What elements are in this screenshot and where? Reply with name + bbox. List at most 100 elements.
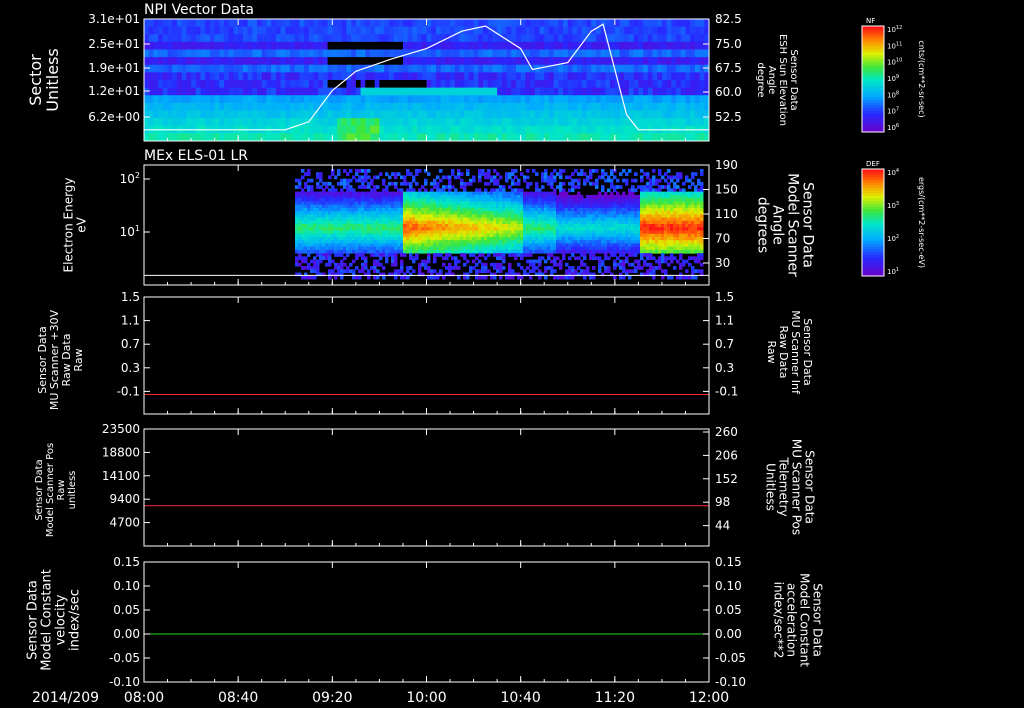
heatmap-cell [567, 80, 573, 89]
heatmap-cell [547, 236, 551, 241]
heatmap-cell [334, 198, 338, 202]
heatmap-cell [373, 262, 377, 267]
heatmap-cell [426, 72, 432, 81]
heatmap-cell [457, 214, 461, 219]
heatmap-cell [610, 214, 614, 219]
heatmap-cell [158, 49, 164, 58]
heatmap-cell [493, 201, 497, 206]
heatmap-cell [544, 201, 548, 206]
heatmap-cell [492, 72, 498, 81]
heatmap-cell [622, 191, 626, 196]
heatmap-cell [671, 72, 677, 81]
heatmap-cell [460, 194, 464, 199]
heatmap-cell [544, 240, 548, 244]
heatmap-cell [406, 194, 410, 199]
heatmap-cell [415, 207, 419, 212]
heatmap-cell [496, 224, 500, 228]
heatmap-cell [280, 87, 286, 96]
heatmap-cell [580, 262, 584, 267]
heatmap-cell [478, 233, 482, 238]
heatmap-cell [424, 220, 428, 225]
heatmap-cell [580, 201, 584, 206]
heatmap-cell [581, 49, 588, 58]
heatmap-cell [568, 188, 572, 193]
heatmap-cell [520, 201, 524, 206]
heatmap-cell [451, 266, 455, 270]
heatmap-cell [586, 110, 592, 119]
heatmap-cell [583, 230, 587, 235]
heatmap-cell [628, 19, 635, 28]
heatmap-cell [553, 169, 557, 173]
heatmap-cell [304, 275, 308, 280]
heatmap-cell [699, 118, 705, 127]
heatmap-cell [544, 246, 548, 251]
heatmap-cell [451, 224, 455, 228]
heatmap-cell [343, 194, 347, 199]
heatmap-cell [484, 227, 488, 231]
heatmap-cell [502, 185, 506, 189]
heatmap-cell [148, 64, 154, 73]
heatmap-cell [580, 207, 584, 212]
heatmap-cell [483, 125, 489, 134]
heatmap-cell [322, 198, 326, 202]
heatmap-cell [355, 214, 359, 219]
heatmap-cell [374, 125, 380, 134]
heatmap-cell [460, 178, 464, 183]
heatmap-cell [445, 41, 451, 50]
heatmap-cell [460, 243, 464, 248]
heatmap-cell [511, 118, 517, 127]
heatmap-cell [433, 178, 437, 183]
heatmap-cell [499, 175, 503, 180]
heatmap-cell [388, 246, 392, 251]
heatmap-cell [450, 57, 456, 66]
heatmap-cell [316, 175, 320, 180]
heatmap-cell [605, 102, 611, 111]
heatmap-cell [568, 217, 572, 222]
heatmap-cell [649, 256, 653, 261]
heatmap-cell [502, 220, 506, 225]
heatmap-cell [238, 72, 244, 81]
heatmap-cell [252, 26, 258, 35]
heatmap-cell [532, 233, 536, 238]
heatmap-cell [364, 175, 368, 180]
heatmap-cell [271, 80, 277, 89]
heatmap-cell [373, 243, 377, 248]
heatmap-cell [289, 57, 296, 66]
heatmap-cell [394, 249, 398, 254]
heatmap-cell [694, 64, 701, 73]
heatmap-cell [567, 72, 573, 81]
heatmap-cell [427, 269, 431, 274]
heatmap-cell [445, 236, 449, 241]
heatmap-cell [657, 80, 663, 89]
heatmap-cell [647, 133, 653, 142]
heatmap-cell [643, 102, 649, 111]
heatmap-cell [657, 19, 663, 28]
heatmap-cell [409, 233, 413, 238]
heatmap-cell [394, 185, 398, 189]
heatmap-cell [591, 118, 597, 127]
heatmap-cell [219, 57, 225, 66]
heatmap-cell [304, 172, 308, 176]
heatmap-cell [520, 256, 524, 261]
heatmap-cell [535, 233, 539, 238]
heatmap-cell [144, 26, 150, 35]
heatmap-cell [628, 240, 632, 244]
heatmap-cell [313, 194, 317, 199]
heatmap-cell [328, 198, 332, 202]
heatmap-cell [685, 95, 691, 104]
heatmap-cell [242, 64, 249, 73]
heatmap-cell [478, 230, 482, 235]
heatmap-cell [526, 227, 530, 231]
heatmap-cell [409, 214, 413, 219]
heatmap-cell [430, 236, 434, 241]
heatmap-cell [337, 217, 341, 222]
heatmap-cell [313, 214, 317, 219]
heatmap-cell [233, 118, 239, 127]
heatmap-cell [694, 110, 701, 119]
heatmap-cell [209, 102, 216, 111]
heatmap-cell [680, 49, 686, 58]
heatmap-cell [325, 198, 329, 202]
heatmap-cell [574, 214, 578, 219]
heatmap-cell [436, 230, 440, 235]
heatmap-cell [148, 80, 154, 89]
